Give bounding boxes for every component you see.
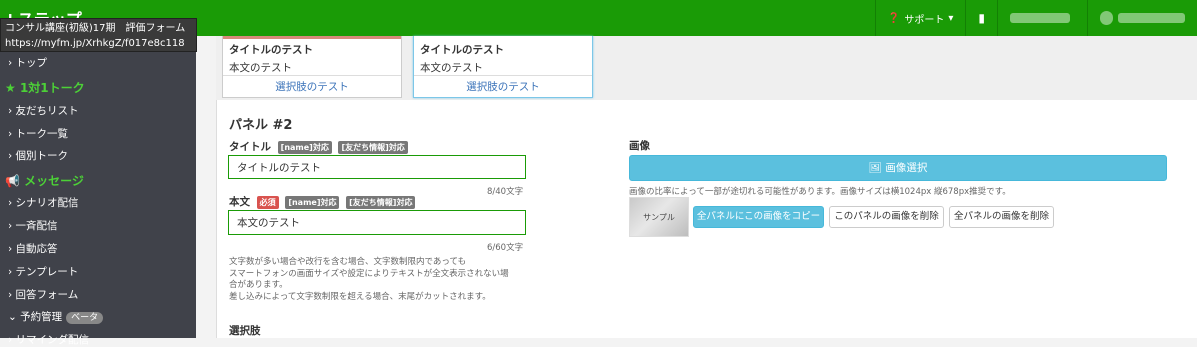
body-counter: 6/60文字 [487, 243, 524, 253]
beta-badge: ベータ [66, 312, 104, 324]
card-title: タイトルのテスト [229, 44, 313, 56]
caret-down-icon: ▾ [948, 12, 954, 24]
sidebar-item-reminder[interactable]: › リマインダ配信 [8, 332, 89, 347]
sidebar-item-top[interactable]: › トップ [8, 55, 47, 70]
sidebar-item-answer-form[interactable]: › 回答フォーム [8, 287, 78, 302]
sidebar-item-reservation[interactable]: ⌄ 予約管理 ベータ [8, 309, 104, 324]
sidebar-section-talk: ★ 1対1トーク [5, 81, 85, 95]
name-tag: [name]対応 [277, 140, 332, 154]
sidebar: › トップ ★ 1対1トーク › 友だちリスト › トーク一覧 › 個別トーク … [0, 36, 196, 346]
sidebar-item-auto-reply[interactable]: › 自動応答 [8, 241, 58, 256]
copy-to-all-panels-button[interactable]: 全パネルにこの画像をコピー [693, 206, 824, 228]
preview-card-1[interactable]: タイトルのテスト 本文のテスト 選択肢のテスト [222, 36, 402, 98]
image-label: 画像 [629, 140, 650, 152]
image-icon: 🖼 [868, 162, 882, 174]
user-menu[interactable] [1087, 0, 1197, 36]
account-blur [1010, 13, 1070, 23]
avatar [1100, 11, 1114, 25]
question-icon: ❓ [887, 12, 901, 24]
card-choice[interactable]: 選択肢のテスト [223, 75, 401, 97]
name-tag: [name]対応 [285, 195, 340, 209]
body-label: 本文 [229, 196, 250, 208]
user-name-blur [1118, 13, 1185, 23]
account-info[interactable] [997, 0, 1087, 36]
title-input[interactable]: タイトルのテスト [228, 155, 526, 179]
delete-all-images-button[interactable]: 全パネルの画像を削除 [949, 206, 1054, 228]
support-menu[interactable]: ❓ サポート ▾ [874, 0, 965, 36]
sidebar-item-talk-list[interactable]: › トーク一覧 [8, 126, 68, 141]
card-body: 本文のテスト [229, 62, 292, 74]
top-nav: ❓ サポート ▾ ▮ [874, 0, 1197, 36]
card-title: タイトルのテスト [420, 44, 504, 56]
choices-label: 選択肢 [229, 325, 261, 337]
title-counter: 8/40文字 [487, 187, 524, 197]
title-label-row: タイトル [name]対応 [友だち情報]対応 [229, 139, 408, 154]
link-tooltip: コンサル講座(初級)17期 評価フォーム https://myfm.jp/Xrh… [0, 18, 197, 52]
image-note: 画像の比率によって一部が途切れる可能性があります。画像サイズは横1024px 縦… [629, 187, 1011, 197]
help-text: 文字数が多い場合や改行を含む場合、文字数制限内であっても スマートフォンの画面サ… [229, 257, 509, 302]
image-select-button[interactable]: 🖼 画像選択 [629, 155, 1167, 181]
friend-info-tag: [友だち情報]対応 [346, 195, 416, 209]
sidebar-section-message: 📢 メッセージ [5, 174, 84, 188]
sidebar-item-template[interactable]: › テンプレート [8, 264, 78, 279]
sidebar-item-friends[interactable]: › 友だちリスト [8, 103, 79, 118]
delete-this-image-button[interactable]: このパネルの画像を削除 [829, 206, 944, 228]
required-tag: 必須 [256, 195, 279, 209]
support-label: サポート [904, 14, 945, 26]
body-label-row: 本文 必須 [name]対応 [友だち情報]対応 [229, 194, 416, 209]
sidebar-item-individual-talk[interactable]: › 個別トーク [8, 148, 68, 163]
body-textarea[interactable]: 本文のテスト [228, 210, 526, 235]
title-label: タイトル [229, 141, 271, 153]
stats-button[interactable]: ▮ [965, 0, 997, 36]
card-choice[interactable]: 選択肢のテスト [414, 75, 592, 97]
friend-info-tag: [友だち情報]対応 [338, 140, 408, 154]
sidebar-item-scenario[interactable]: › シナリオ配信 [8, 195, 79, 210]
panel-heading: パネル #2 [229, 118, 293, 133]
preview-card-2[interactable]: タイトルのテスト 本文のテスト 選択肢のテスト [413, 36, 593, 98]
image-thumbnail: サンプル [629, 197, 689, 237]
megaphone-icon: 📢 [5, 174, 20, 188]
card-image-strip [223, 36, 401, 39]
sidebar-item-broadcast[interactable]: › 一斉配信 [8, 218, 58, 233]
tooltip-url: https://myfm.jp/XrhkgZ/f017e8c118 [5, 38, 185, 49]
bar-chart-icon: ▮ [978, 11, 985, 25]
card-body: 本文のテスト [420, 62, 483, 74]
star-icon: ★ [5, 81, 16, 95]
tooltip-title: コンサル講座(初級)17期 評価フォーム [5, 23, 186, 34]
